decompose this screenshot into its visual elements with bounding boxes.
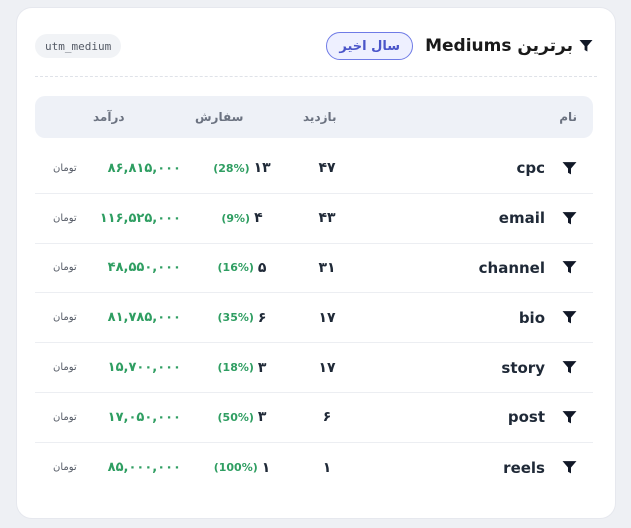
medium-name: bio	[518, 308, 545, 327]
card-header: برترین Mediums سال اخیر utm_medium	[17, 30, 615, 62]
date-range-badge[interactable]: سال اخیر	[326, 32, 414, 60]
table-body: cpc ۴۷ (28%) ۱۳ تومان ۸۶,۸۱۵,۰۰۰ email ۴…	[35, 144, 593, 493]
orders-cell: (28%) ۱۳	[197, 144, 287, 193]
revenue-amount: ۴۸,۵۵۰,۰۰۰	[107, 260, 181, 276]
orders-percent: (50%)	[217, 410, 254, 424]
revenue-amount: ۱۷,۰۵۰,۰۰۰	[107, 409, 181, 425]
visits-count: ۳۱	[318, 259, 336, 276]
funnel-icon	[559, 293, 579, 342]
funnel-icon	[559, 194, 579, 243]
funnel-icon	[559, 343, 579, 392]
revenue-cell: تومان ۸۵,۰۰۰,۰۰۰	[53, 443, 181, 493]
orders-count: ۳	[257, 359, 267, 376]
revenue-amount: ۱۱۶,۵۲۵,۰۰۰	[99, 210, 181, 226]
orders-cell: (9%) ۴	[197, 194, 287, 243]
orders-count: ۴	[254, 210, 263, 227]
visits-count: ۴۷	[318, 160, 336, 177]
column-name-header: نام	[559, 110, 577, 124]
orders-cell: (50%) ۳	[197, 393, 287, 442]
medium-name: channel	[478, 258, 545, 277]
orders-percent: (100%)	[213, 461, 258, 475]
funnel-icon	[559, 144, 579, 193]
revenue-cell: تومان ۱۵,۷۰۰,۰۰۰	[53, 343, 181, 392]
medium-name: email	[498, 209, 545, 228]
orders-cell: (18%) ۳	[197, 343, 287, 392]
visits-count: ۶	[322, 409, 332, 426]
orders-count: ۵	[257, 259, 267, 276]
column-orders-header: سفارش	[195, 110, 244, 124]
revenue-amount: ۸۵,۰۰۰,۰۰۰	[107, 460, 181, 476]
orders-percent: (28%)	[213, 161, 250, 175]
orders-count: ۶	[257, 309, 267, 326]
revenue-cell: تومان ۱۷,۰۵۰,۰۰۰	[53, 393, 181, 442]
currency-unit: تومان	[53, 262, 77, 274]
revenue-cell: تومان ۱۱۶,۵۲۵,۰۰۰	[53, 194, 181, 243]
orders-cell: (35%) ۶	[197, 293, 287, 342]
revenue-amount: ۱۵,۷۰۰,۰۰۰	[107, 360, 181, 376]
revenue-amount: ۸۶,۸۱۵,۰۰۰	[107, 160, 181, 176]
orders-percent: (18%)	[217, 361, 254, 375]
revenue-cell: تومان ۸۱,۷۸۵,۰۰۰	[53, 293, 181, 342]
currency-unit: تومان	[53, 411, 77, 423]
table-row[interactable]: bio ۱۷ (35%) ۶ تومان ۸۱,۷۸۵,۰۰۰	[35, 293, 593, 344]
medium-name: cpc	[516, 159, 545, 178]
funnel-icon	[559, 244, 579, 293]
utm-parameter-tag: utm_medium	[35, 34, 122, 58]
revenue-cell: تومان ۸۶,۸۱۵,۰۰۰	[53, 144, 181, 193]
medium-name: post	[507, 408, 545, 427]
funnel-icon	[577, 37, 595, 55]
table-row[interactable]: channel ۳۱ (16%) ۵ تومان ۴۸,۵۵۰,۰۰۰	[35, 244, 593, 294]
medium-name: reels	[503, 458, 545, 477]
table-row[interactable]: cpc ۴۷ (28%) ۱۳ تومان ۸۶,۸۱۵,۰۰۰	[35, 144, 593, 194]
visits-count: ۴۳	[318, 210, 336, 227]
table-row[interactable]: email ۴۳ (9%) ۴ تومان ۱۱۶,۵۲۵,۰۰۰	[35, 194, 593, 244]
orders-cell: (16%) ۵	[197, 244, 287, 293]
currency-unit: تومان	[53, 212, 77, 224]
column-revenue-header: درآمد	[93, 110, 125, 124]
card-title: برترین Mediums	[425, 36, 573, 56]
table-row[interactable]: post ۶ (50%) ۳ تومان ۱۷,۰۵۰,۰۰۰	[35, 393, 593, 443]
header-divider	[35, 76, 597, 77]
orders-count: ۱	[261, 459, 271, 476]
currency-unit: تومان	[53, 462, 77, 474]
column-visits-header: بازدید	[303, 110, 337, 124]
table-header: نام بازدید سفارش درآمد	[35, 96, 593, 138]
orders-cell: (100%) ۱	[197, 443, 287, 493]
orders-percent: (35%)	[217, 311, 254, 325]
revenue-amount: ۸۱,۷۸۵,۰۰۰	[107, 310, 181, 326]
orders-count: ۱۳	[253, 160, 271, 177]
table-row[interactable]: story ۱۷ (18%) ۳ تومان ۱۵,۷۰۰,۰۰۰	[35, 343, 593, 393]
currency-unit: تومان	[53, 162, 77, 174]
visits-count: ۱۷	[318, 309, 336, 326]
table-row[interactable]: reels ۱ (100%) ۱ تومان ۸۵,۰۰۰,۰۰۰	[35, 443, 593, 493]
funnel-icon	[559, 443, 579, 493]
visits-count: ۱	[322, 459, 332, 476]
orders-percent: (16%)	[217, 261, 254, 275]
orders-percent: (9%)	[221, 211, 251, 225]
orders-count: ۳	[257, 409, 267, 426]
currency-unit: تومان	[53, 312, 77, 324]
funnel-icon	[559, 393, 579, 442]
title-group: برترین Mediums سال اخیر	[326, 30, 595, 62]
top-mediums-card: برترین Mediums سال اخیر utm_medium نام ب…	[16, 7, 616, 519]
medium-name: story	[501, 358, 545, 377]
visits-count: ۱۷	[318, 359, 336, 376]
revenue-cell: تومان ۴۸,۵۵۰,۰۰۰	[53, 244, 181, 293]
currency-unit: تومان	[53, 362, 77, 374]
